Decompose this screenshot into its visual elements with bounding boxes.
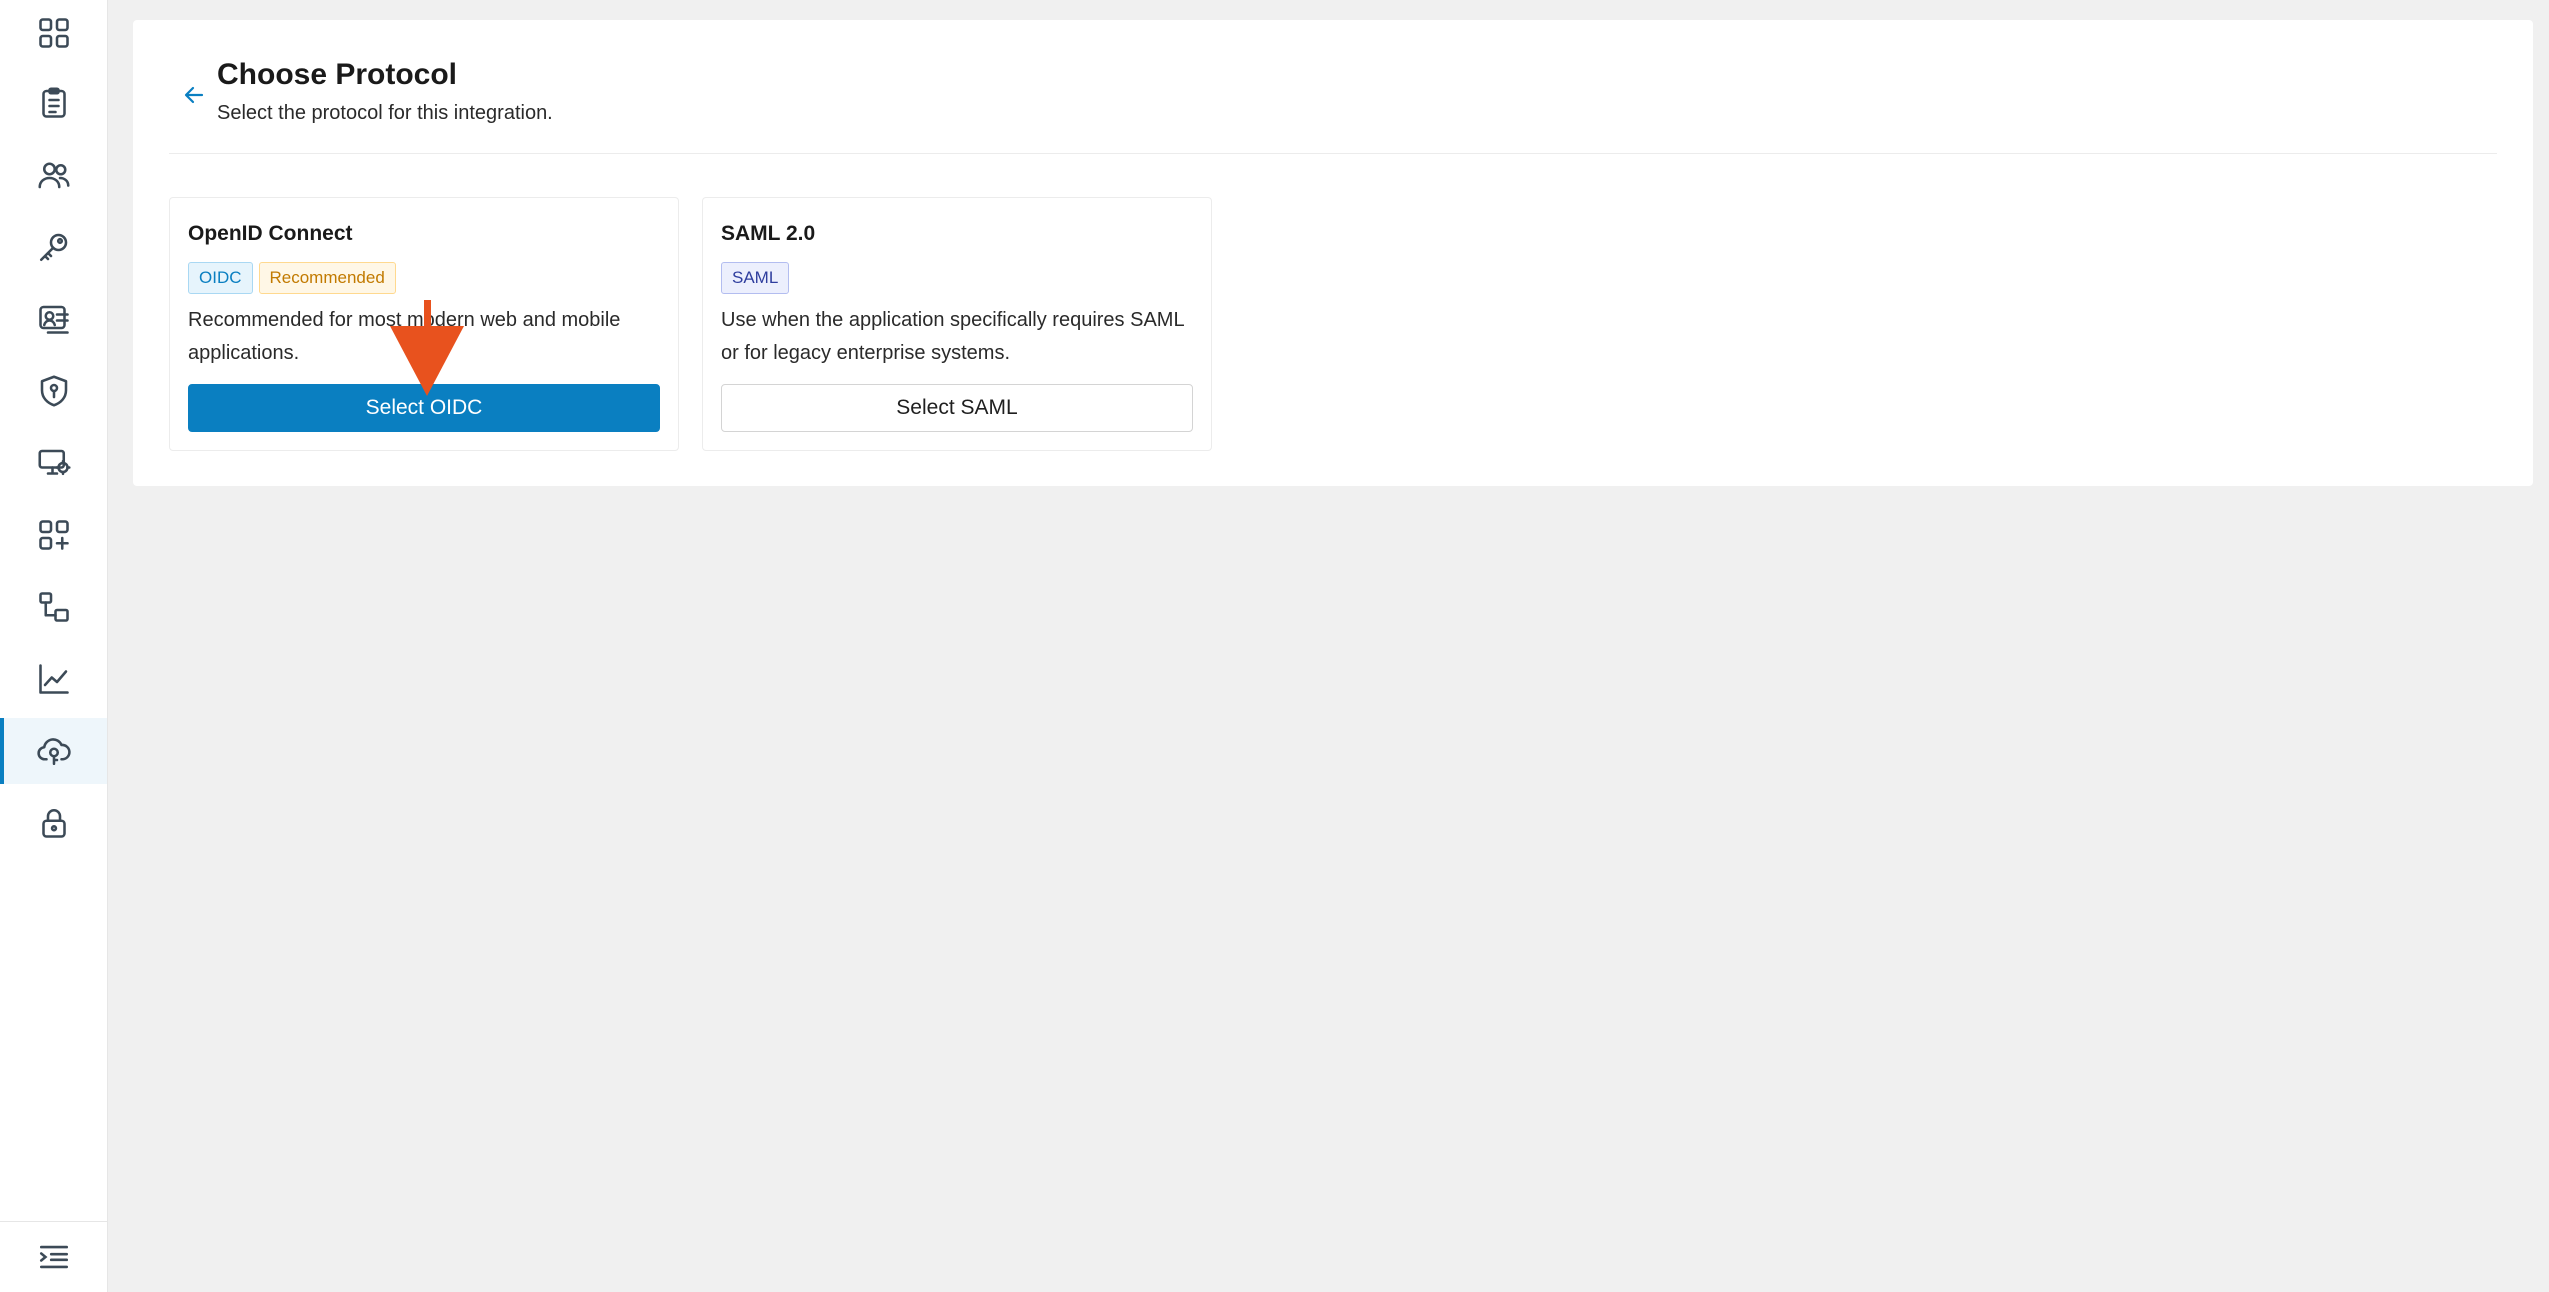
pointer-arrow-icon [390,300,464,396]
oidc-badge: OIDC [188,262,253,294]
sidebar-item-directory[interactable] [0,286,107,352]
card-title: OpenID Connect [188,222,353,245]
arrow-left-icon [184,86,204,104]
select-saml-button[interactable]: Select SAML [721,384,1193,432]
workflow-icon [38,592,69,622]
dashboard-grid-icon [38,18,69,48]
sidebar-item-reports[interactable] [0,646,107,712]
page-subtitle: Select the protocol for this integration… [217,102,553,124]
sidebar-item-workflows[interactable] [0,574,107,640]
sidebar-item-devices[interactable] [0,430,107,496]
sidebar-item-keys[interactable] [0,214,107,280]
back-button[interactable] [177,78,211,112]
line-chart-icon [38,664,69,694]
cloud-key-icon [36,738,71,766]
add-apps-icon [38,520,69,550]
collapse-menu-icon [39,1245,68,1269]
sidebar-item-users[interactable] [0,142,107,208]
card-title: SAML 2.0 [721,222,816,245]
clipboard-list-icon [41,87,66,118]
sidebar-footer [0,1221,107,1292]
header-divider [169,153,2497,154]
sidebar-item-dashboard[interactable] [0,0,107,66]
shield-key-icon [40,375,67,407]
protocol-panel: Choose Protocol Select the protocol for … [133,20,2533,486]
card-tags: OIDC Recommended [188,262,396,294]
user-card-icon [38,305,69,334]
sidebar [0,0,108,1292]
key-icon [39,233,67,262]
lock-icon [41,808,66,838]
recommended-badge: Recommended [258,262,396,294]
sidebar-item-apps[interactable] [0,502,107,568]
sidebar-item-integrations[interactable] [0,718,107,784]
card-tags: SAML [721,262,790,294]
saml-badge: SAML [721,262,790,294]
card-description: Use when the application specifically re… [721,309,1184,364]
saml-card: SAML 2.0 SAML Use when the application s… [702,197,1212,451]
page-title: Choose Protocol [217,58,458,91]
sidebar-item-security[interactable] [0,358,107,424]
sidebar-item-tasks[interactable] [0,70,107,136]
collapse-menu-button[interactable] [37,1240,71,1274]
monitor-gear-icon [37,449,71,476]
sidebar-item-privacy[interactable] [0,790,107,856]
users-icon [37,162,70,189]
